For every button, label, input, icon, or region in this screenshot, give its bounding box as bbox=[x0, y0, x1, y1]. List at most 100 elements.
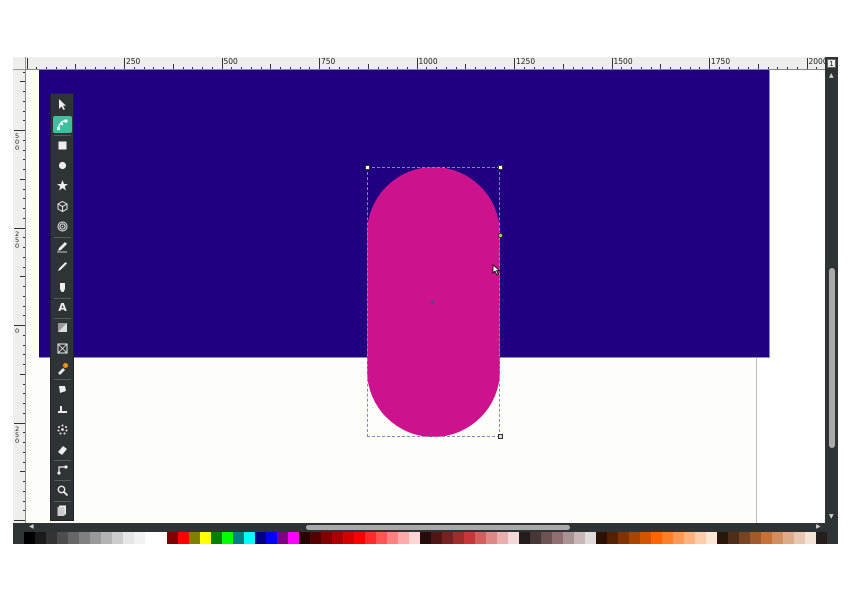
palette-swatch[interactable] bbox=[486, 532, 497, 544]
dropper-tool[interactable] bbox=[53, 360, 72, 377]
palette-swatch[interactable] bbox=[442, 532, 453, 544]
palette-swatch[interactable] bbox=[101, 532, 112, 544]
palette-swatch[interactable] bbox=[541, 532, 552, 544]
color-palette[interactable] bbox=[13, 532, 838, 544]
palette-swatch[interactable] bbox=[35, 532, 46, 544]
horizontal-ruler[interactable]: 250 500 750 1000 1250 1500 1750 2000 bbox=[26, 57, 825, 70]
palette-swatch[interactable] bbox=[574, 532, 585, 544]
spiral-tool[interactable] bbox=[53, 218, 72, 235]
node-handle[interactable] bbox=[365, 165, 370, 170]
palette-swatch[interactable] bbox=[827, 532, 838, 544]
spray-tool[interactable] bbox=[53, 421, 72, 438]
eraser-tool[interactable] bbox=[53, 441, 72, 458]
gradient-tool[interactable] bbox=[53, 319, 72, 336]
horizontal-scrollbar[interactable]: ◀ ▶ bbox=[26, 523, 825, 532]
pages-tool[interactable] bbox=[53, 502, 72, 519]
palette-swatch[interactable] bbox=[57, 532, 68, 544]
palette-swatch[interactable] bbox=[79, 532, 90, 544]
palette-swatch[interactable] bbox=[398, 532, 409, 544]
palette-swatch[interactable] bbox=[255, 532, 266, 544]
zoom-tool[interactable] bbox=[53, 482, 72, 499]
palette-swatch[interactable] bbox=[431, 532, 442, 544]
palette-swatch[interactable] bbox=[794, 532, 805, 544]
palette-swatch[interactable] bbox=[629, 532, 640, 544]
node-handle[interactable] bbox=[498, 165, 503, 170]
palette-swatch[interactable] bbox=[530, 532, 541, 544]
palette-swatch[interactable] bbox=[728, 532, 739, 544]
palette-swatch[interactable] bbox=[288, 532, 299, 544]
palette-swatch[interactable] bbox=[387, 532, 398, 544]
scroll-right-arrow-icon[interactable]: ▶ bbox=[816, 524, 821, 530]
palette-swatch[interactable] bbox=[354, 532, 365, 544]
palette-swatch[interactable] bbox=[365, 532, 376, 544]
palette-swatch[interactable] bbox=[343, 532, 354, 544]
palette-swatch[interactable] bbox=[90, 532, 101, 544]
scroll-down-arrow-icon[interactable]: ▼ bbox=[829, 514, 834, 520]
palette-swatch[interactable] bbox=[123, 532, 134, 544]
palette-swatch[interactable] bbox=[761, 532, 772, 544]
selector-tool[interactable] bbox=[53, 96, 72, 113]
text-tool[interactable]: A bbox=[53, 299, 72, 316]
star-tool[interactable] bbox=[53, 177, 72, 194]
palette-swatch[interactable] bbox=[552, 532, 563, 544]
mesh-tool[interactable] bbox=[53, 340, 72, 357]
palette-swatch[interactable] bbox=[46, 532, 57, 544]
palette-swatch[interactable] bbox=[409, 532, 420, 544]
palette-swatch[interactable] bbox=[695, 532, 706, 544]
vertical-scroll-thumb[interactable] bbox=[829, 268, 835, 448]
palette-swatch[interactable] bbox=[233, 532, 244, 544]
palette-swatch[interactable] bbox=[277, 532, 288, 544]
palette-swatch[interactable] bbox=[68, 532, 79, 544]
palette-swatch[interactable] bbox=[24, 532, 35, 544]
palette-swatch[interactable] bbox=[211, 532, 222, 544]
scroll-left-arrow-icon[interactable]: ◀ bbox=[29, 524, 34, 530]
palette-swatch[interactable] bbox=[156, 532, 167, 544]
palette-swatch[interactable] bbox=[420, 532, 431, 544]
palette-swatch[interactable] bbox=[332, 532, 343, 544]
node-handle[interactable] bbox=[498, 434, 503, 439]
palette-swatch[interactable] bbox=[662, 532, 673, 544]
palette-swatch[interactable] bbox=[618, 532, 629, 544]
palette-swatch[interactable] bbox=[519, 532, 530, 544]
palette-swatch[interactable] bbox=[145, 532, 156, 544]
palette-swatch[interactable] bbox=[585, 532, 596, 544]
corner-radius-handle[interactable] bbox=[498, 233, 503, 238]
palette-swatch[interactable] bbox=[651, 532, 662, 544]
3dbox-tool[interactable] bbox=[53, 198, 72, 215]
horizontal-scroll-thumb[interactable] bbox=[306, 525, 570, 530]
palette-swatch[interactable] bbox=[739, 532, 750, 544]
calligraphy-tool[interactable] bbox=[53, 279, 72, 296]
palette-swatch[interactable] bbox=[563, 532, 574, 544]
palette-swatch[interactable] bbox=[475, 532, 486, 544]
palette-swatch[interactable] bbox=[596, 532, 607, 544]
palette-swatch[interactable] bbox=[607, 532, 618, 544]
palette-swatch[interactable] bbox=[178, 532, 189, 544]
palette-swatch[interactable] bbox=[640, 532, 651, 544]
palette-swatch[interactable] bbox=[805, 532, 816, 544]
connector-tool[interactable] bbox=[53, 461, 72, 478]
palette-swatch[interactable] bbox=[13, 532, 24, 544]
palette-swatch[interactable] bbox=[508, 532, 519, 544]
palette-swatch[interactable] bbox=[222, 532, 233, 544]
drawing-canvas[interactable]: A bbox=[26, 70, 825, 523]
palette-swatch[interactable] bbox=[321, 532, 332, 544]
vertical-ruler[interactable]: 500 250 0 250 bbox=[13, 70, 26, 523]
scroll-up-arrow-icon[interactable]: ▲ bbox=[829, 73, 834, 79]
palette-swatch[interactable] bbox=[464, 532, 475, 544]
palette-swatch[interactable] bbox=[684, 532, 695, 544]
node-tool[interactable] bbox=[53, 116, 72, 134]
pencil-tool[interactable] bbox=[53, 238, 72, 255]
palette-swatch[interactable] bbox=[200, 532, 211, 544]
palette-swatch[interactable] bbox=[706, 532, 717, 544]
palette-swatch[interactable] bbox=[497, 532, 508, 544]
palette-swatch[interactable] bbox=[673, 532, 684, 544]
palette-swatch[interactable] bbox=[299, 532, 310, 544]
palette-swatch[interactable] bbox=[134, 532, 145, 544]
palette-swatch[interactable] bbox=[167, 532, 178, 544]
palette-swatch[interactable] bbox=[453, 532, 464, 544]
palette-swatch[interactable] bbox=[244, 532, 255, 544]
ellipse-tool[interactable] bbox=[53, 157, 72, 174]
palette-swatch[interactable] bbox=[772, 532, 783, 544]
palette-swatch[interactable] bbox=[189, 532, 200, 544]
palette-swatch[interactable] bbox=[816, 532, 827, 544]
